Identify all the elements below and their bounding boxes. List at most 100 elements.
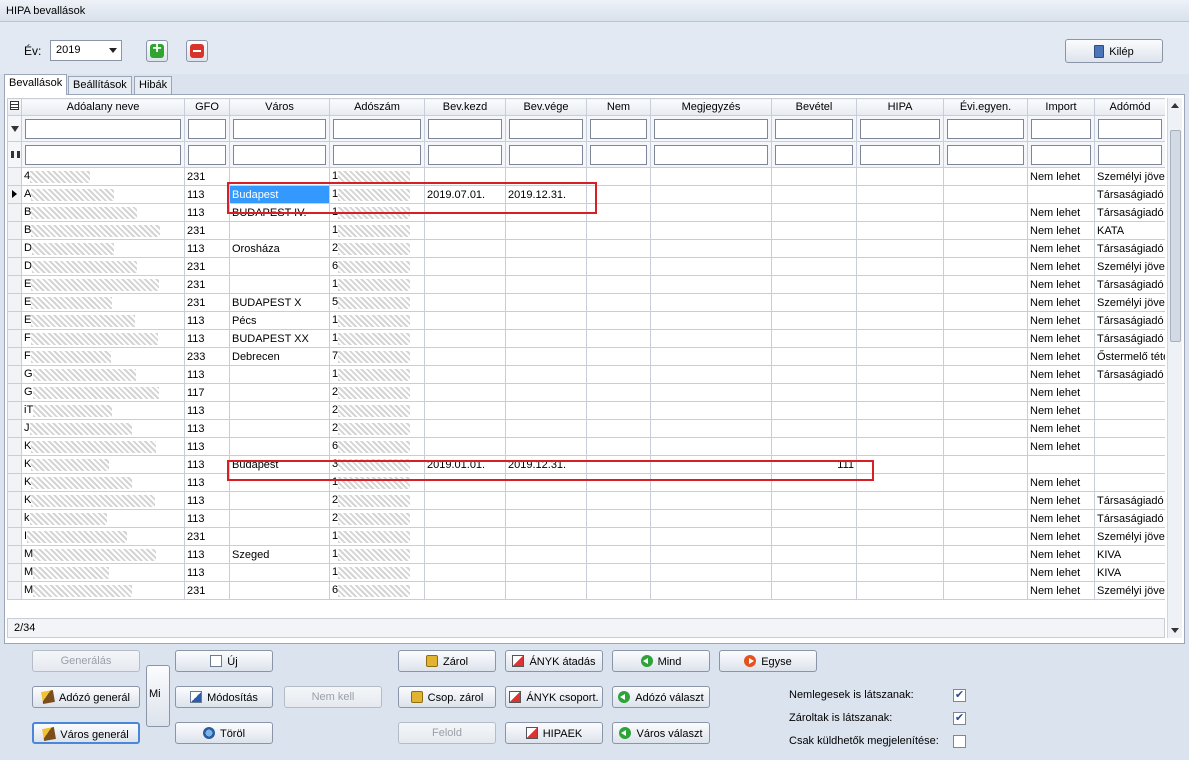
cell-note[interactable] — [650, 365, 772, 384]
city-generate-button[interactable]: Város generál — [32, 722, 140, 744]
cell-hipa[interactable] — [856, 563, 944, 582]
show-locked-checkbox[interactable]: ✔ — [953, 712, 966, 725]
cell-annual[interactable] — [943, 329, 1028, 348]
cell-note[interactable] — [650, 401, 772, 420]
cell-nem[interactable] — [586, 581, 651, 600]
cell-start[interactable] — [424, 365, 506, 384]
single-button[interactable]: Egyse — [719, 650, 817, 672]
cell-mode[interactable]: Társaságiadó — [1094, 329, 1165, 348]
row-indicator[interactable] — [7, 185, 22, 204]
col-header[interactable]: GFO — [184, 98, 230, 116]
cell-import[interactable]: Nem lehet — [1027, 293, 1095, 312]
add-year-button[interactable] — [146, 40, 168, 62]
cell-annual[interactable] — [943, 257, 1028, 276]
cell-import[interactable]: Nem lehet — [1027, 509, 1095, 528]
cell-start[interactable] — [424, 473, 506, 492]
cell-income[interactable] — [771, 563, 857, 582]
cell-city[interactable] — [229, 491, 330, 510]
cell-hipa[interactable] — [856, 455, 944, 474]
cell-name[interactable]: K — [21, 473, 185, 492]
cell-hipa[interactable] — [856, 329, 944, 348]
tab-beallitasok[interactable]: Beállítások — [68, 76, 132, 94]
cell-hipa[interactable] — [856, 239, 944, 258]
filter-cell[interactable] — [856, 115, 944, 142]
cell-tax-number[interactable]: 2 — [329, 383, 425, 402]
cell-gfo[interactable]: 117 — [184, 383, 230, 402]
cell-nem[interactable] — [586, 203, 651, 222]
cell-import[interactable]: Nem lehet — [1027, 167, 1095, 186]
cell-name[interactable]: k — [21, 509, 185, 528]
cell-gfo[interactable]: 113 — [184, 473, 230, 492]
cell-annual[interactable] — [943, 311, 1028, 330]
cell-hipa[interactable] — [856, 383, 944, 402]
cell-name[interactable]: 4 — [21, 167, 185, 186]
table-row[interactable]: F 233 Debrecen 7 Nem lehet Őstermelő téte — [7, 347, 1165, 366]
cell-income[interactable]: 111 — [771, 455, 857, 474]
cell-start[interactable] — [424, 419, 506, 438]
cell-start[interactable] — [424, 257, 506, 276]
cell-tax-number[interactable]: 1 — [329, 473, 425, 492]
cell-city[interactable]: BUDAPEST XX — [229, 329, 330, 348]
cell-tax-number[interactable]: 3 — [329, 455, 425, 474]
scroll-thumb[interactable] — [1170, 130, 1181, 342]
table-row[interactable]: K 113 6 Nem lehet — [7, 437, 1165, 456]
cell-annual[interactable] — [943, 221, 1028, 240]
cell-note[interactable] — [650, 329, 772, 348]
filter-cell[interactable] — [505, 115, 587, 142]
cell-note[interactable] — [650, 383, 772, 402]
row-indicator[interactable] — [7, 383, 22, 402]
cell-note[interactable] — [650, 257, 772, 276]
cell-note[interactable] — [650, 185, 772, 204]
filter-input[interactable] — [509, 118, 583, 139]
row-indicator[interactable] — [7, 401, 22, 420]
cell-gfo[interactable]: 113 — [184, 311, 230, 330]
cell-nem[interactable] — [586, 401, 651, 420]
col-header[interactable]: Nem — [586, 98, 651, 116]
table-row[interactable]: k 113 2 Nem lehet Társaságiadó — [7, 509, 1165, 528]
cell-annual[interactable] — [943, 545, 1028, 564]
cell-name[interactable]: M — [21, 581, 185, 600]
cell-hipa[interactable] — [856, 527, 944, 546]
cell-note[interactable] — [650, 221, 772, 240]
cell-end[interactable] — [505, 419, 587, 438]
taxpayer-generate-button[interactable]: Adózó generál — [32, 686, 140, 708]
table-row[interactable]: E 231 1 Nem lehet Társaságiadó — [7, 275, 1165, 294]
row-indicator[interactable] — [7, 527, 22, 546]
filter-cell[interactable] — [229, 115, 330, 142]
cell-mode[interactable]: Személyi jöve — [1094, 257, 1165, 276]
cell-import[interactable]: Nem lehet — [1027, 419, 1095, 438]
cell-end[interactable] — [505, 491, 587, 510]
cell-tax-number[interactable]: 7 — [329, 347, 425, 366]
cell-hipa[interactable] — [856, 437, 944, 456]
cell-annual[interactable] — [943, 527, 1028, 546]
cell-tax-number[interactable]: 2 — [329, 491, 425, 510]
cell-end[interactable] — [505, 509, 587, 528]
filter-cell[interactable] — [650, 115, 772, 142]
cell-city[interactable] — [229, 383, 330, 402]
cell-mode[interactable]: KIVA — [1094, 563, 1165, 582]
cell-end[interactable] — [505, 293, 587, 312]
cell-annual[interactable] — [943, 239, 1028, 258]
cell-start[interactable] — [424, 293, 506, 312]
cell-annual[interactable] — [943, 473, 1028, 492]
cell-end[interactable] — [505, 329, 587, 348]
cell-start[interactable] — [424, 563, 506, 582]
cell-annual[interactable] — [943, 455, 1028, 474]
cell-gfo[interactable]: 231 — [184, 581, 230, 600]
cell-annual[interactable] — [943, 491, 1028, 510]
cell-start[interactable] — [424, 527, 506, 546]
city-select-button[interactable]: Város választ — [612, 722, 710, 744]
search-input[interactable] — [25, 144, 181, 165]
cell-gfo[interactable]: 113 — [184, 203, 230, 222]
cell-start[interactable] — [424, 509, 506, 528]
cell-name[interactable]: G — [21, 383, 185, 402]
cell-city[interactable]: Szeged — [229, 545, 330, 564]
cell-annual[interactable] — [943, 347, 1028, 366]
col-header[interactable]: Megjegyzés — [650, 98, 772, 116]
row-indicator[interactable] — [7, 491, 22, 510]
cell-end[interactable] — [505, 311, 587, 330]
search-cell[interactable] — [771, 141, 857, 168]
cell-name[interactable]: M — [21, 545, 185, 564]
cell-gfo[interactable]: 113 — [184, 437, 230, 456]
row-indicator[interactable] — [7, 203, 22, 222]
